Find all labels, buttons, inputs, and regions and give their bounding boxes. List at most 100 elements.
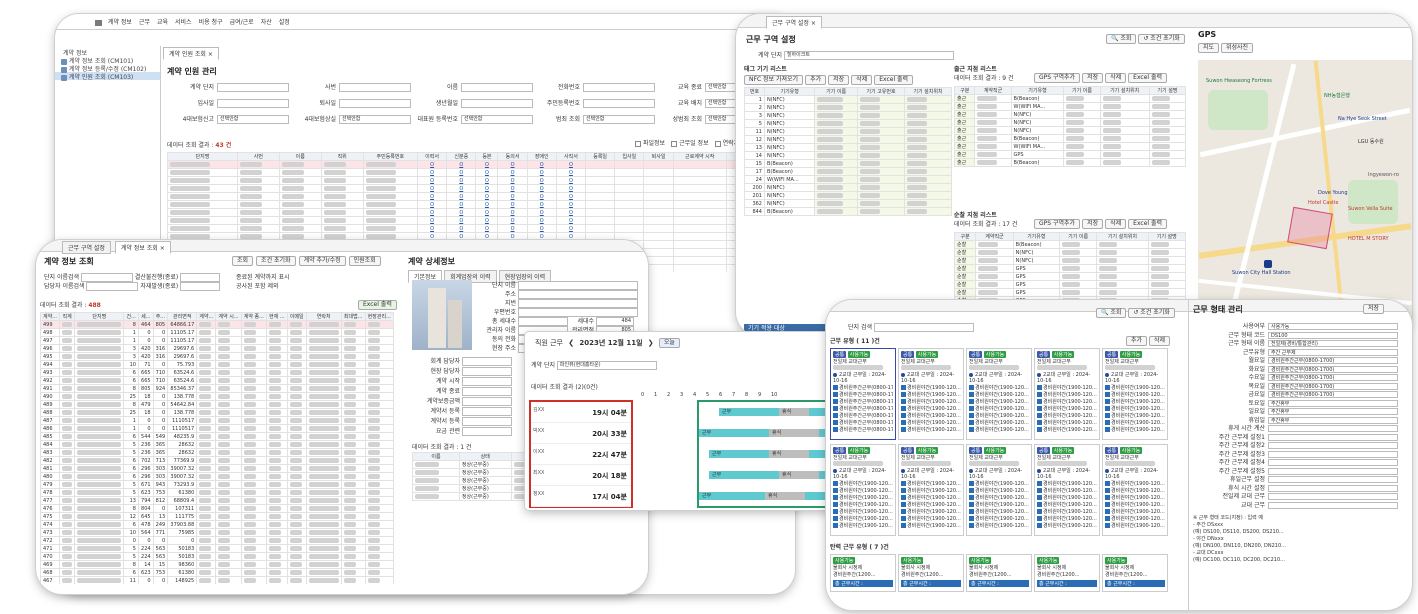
column-header[interactable]: 계약직군 <box>975 232 1014 241</box>
column-header[interactable]: 상태 <box>458 452 512 461</box>
table-row[interactable]: 499 8 464 805 64866.17 <box>40 320 394 329</box>
flex-card[interactable]: 사용가능 물회사 시정제 경비원주간(1200... 총 근무시간 : <box>1102 554 1168 592</box>
doc-link[interactable]: O <box>540 226 544 232</box>
field-input[interactable] <box>462 397 512 406</box>
column-header[interactable]: 계약... <box>40 312 61 321</box>
doc-link[interactable]: O <box>511 170 515 176</box>
filter-input[interactable] <box>339 99 411 108</box>
doc-link[interactable]: O <box>540 218 544 224</box>
save-button[interactable]: 저장 <box>1362 304 1384 314</box>
field-input[interactable]: 경비원주간근무(0800-1700) <box>1268 374 1398 381</box>
column-header[interactable]: 기기 설치위치 <box>1099 86 1150 95</box>
column-header[interactable]: 기기 이름 <box>814 87 858 96</box>
flex-card[interactable]: 사용가능 물회사 시정제 경비원주간(1200... 총 근무시간 : <box>898 554 964 592</box>
table-row[interactable]: OOOOOO <box>167 216 795 225</box>
menu-item[interactable]: 비용 청구 <box>199 19 223 26</box>
table-row[interactable]: 480 6 296 303 39007.32 <box>40 472 394 481</box>
column-header[interactable]: 단지명 <box>167 152 238 161</box>
shift-card[interactable]: 공통 사용가능 전일제 교대근무 2교대 근무일 : 2024-10-16 경비원야간… <box>1102 348 1168 440</box>
tab-work-zone[interactable]: 근무 구역 설정 × <box>766 16 822 29</box>
table-row[interactable]: 489 8 479 0 54642.84 <box>40 400 394 409</box>
toolbar-button[interactable]: 삭제 <box>1105 219 1127 229</box>
column-header[interactable]: 기기 이름 <box>1063 86 1101 95</box>
column-header[interactable]: 기기 설치위치 <box>1096 232 1149 241</box>
work-bar[interactable]: 근무 <box>709 450 769 458</box>
table-row[interactable]: 492 6 665 710 63524.6 <box>40 376 394 385</box>
table-row[interactable]: 17 B(Beacon) <box>744 167 953 176</box>
column-header[interactable]: 기기 고유번호 <box>856 87 905 96</box>
map-label[interactable]: Suwon Vella Suite <box>1348 206 1393 212</box>
column-header[interactable]: 기기 설명 <box>1148 86 1187 95</box>
toolbar-button[interactable]: Excel 출력 <box>874 75 914 85</box>
doc-link[interactable]: O <box>485 202 489 208</box>
shift-card[interactable]: 공통 사용가능 전일제 교대근무 2교대 근무일 : 2024-10-16 경비원야간… <box>966 444 1032 536</box>
field-input[interactable]: 경비원주간근무(0800-1700) <box>1268 357 1398 364</box>
doc-link[interactable]: O <box>430 234 434 240</box>
work-bar[interactable]: 근무 <box>699 429 769 437</box>
filter-input[interactable] <box>461 99 533 108</box>
table-row[interactable]: OOOOOO <box>167 184 795 193</box>
field-input[interactable] <box>1268 493 1398 500</box>
menu-item[interactable]: 교육 <box>157 19 168 26</box>
doc-link[interactable]: O <box>569 178 573 184</box>
column-header[interactable]: 건... <box>123 312 139 321</box>
toolbar-button[interactable]: 조건 초기화 <box>256 256 296 266</box>
column-header[interactable]: 입사일 <box>614 152 645 161</box>
table-row[interactable]: 475 12 645 13 111775 <box>40 512 394 521</box>
toolbar-button[interactable]: 계약 추가/수정 <box>298 256 346 266</box>
map-pin-icon[interactable] <box>1264 260 1272 268</box>
table-row[interactable]: OOOOOO <box>167 160 795 169</box>
filter-input[interactable]: 선택안함 <box>339 115 411 124</box>
table-row[interactable]: 3 N(NFC) <box>744 111 953 120</box>
doc-link[interactable]: O <box>459 234 463 240</box>
column-header[interactable]: 기기 이름 <box>1058 232 1098 241</box>
field-input[interactable] <box>462 357 512 366</box>
column-header[interactable]: 기기유형 <box>1012 232 1060 241</box>
toolbar-button[interactable]: GPS 구역추가 <box>1034 73 1081 83</box>
column-header[interactable]: 이메일 <box>286 312 307 321</box>
complex-input[interactable]: 힐하이크트 <box>783 51 954 60</box>
manager-search-input[interactable] <box>86 282 139 291</box>
column-header[interactable]: 주민등록번호 <box>362 152 418 161</box>
doc-link[interactable]: O <box>430 162 434 168</box>
table-row[interactable]: 5 N(NFC) <box>744 119 953 128</box>
today-button[interactable]: 오늘 <box>658 338 680 348</box>
doc-link[interactable]: O <box>569 218 573 224</box>
table-row[interactable]: 출근 N(NFC) <box>953 126 1187 135</box>
doc-link[interactable]: O <box>569 226 573 232</box>
doc-link[interactable]: O <box>511 234 515 240</box>
toolbar-button[interactable]: Excel 출력 <box>1128 219 1168 229</box>
tab-contract-info[interactable]: 계약 정보 조회 × <box>114 241 171 254</box>
doc-link[interactable]: O <box>459 210 463 216</box>
column-header[interactable]: 계약... <box>196 312 217 321</box>
field-input[interactable] <box>462 427 512 436</box>
doc-link[interactable]: O <box>540 202 544 208</box>
column-header[interactable]: 기기 설치위치 <box>903 87 953 96</box>
table-row[interactable]: 493 6 665 710 63524.6 <box>40 368 394 377</box>
column-header[interactable]: 직위 <box>320 152 364 161</box>
table-row[interactable]: 순찰GPS <box>953 272 1187 281</box>
map-label[interactable]: Hotel Castle <box>1308 200 1338 206</box>
doc-link[interactable]: O <box>569 186 573 192</box>
doc-link[interactable]: O <box>511 194 515 200</box>
doc-link[interactable]: O <box>459 202 463 208</box>
field-input[interactable] <box>462 417 512 426</box>
complex-select[interactable]: 파인뷰(현대홈타운) <box>556 361 657 370</box>
gps-map[interactable]: Suwon Hwaseong Fortress Suwon City Hall S… <box>1198 60 1412 336</box>
table-row[interactable]: OOOOOO <box>167 208 795 217</box>
table-row[interactable]: 14 N(NFC) <box>744 151 953 160</box>
column-header[interactable]: 퇴사일 <box>643 152 674 161</box>
delete-button[interactable]: 삭제 <box>1148 336 1171 346</box>
table-row[interactable]: 487 1 0 0 1110517 <box>40 416 394 425</box>
table-row[interactable]: OOOOOO <box>167 224 795 233</box>
table-row[interactable]: OOOOOO <box>167 176 795 185</box>
table-row[interactable]: 출근 GPS <box>953 150 1187 159</box>
column-header[interactable]: 이름 <box>412 452 460 461</box>
table-row[interactable]: 469 8 14 15 98360 <box>40 560 394 569</box>
map-label[interactable]: Suwon Hwaseong Fortress <box>1206 78 1272 84</box>
table-row[interactable]: 순찰 B(Beacon) <box>953 240 1187 249</box>
doc-link[interactable]: O <box>459 218 463 224</box>
break-bar[interactable]: 휴식 <box>769 429 819 437</box>
filter-input[interactable] <box>217 83 289 92</box>
menu-item[interactable]: 계약 정보 <box>108 19 132 26</box>
